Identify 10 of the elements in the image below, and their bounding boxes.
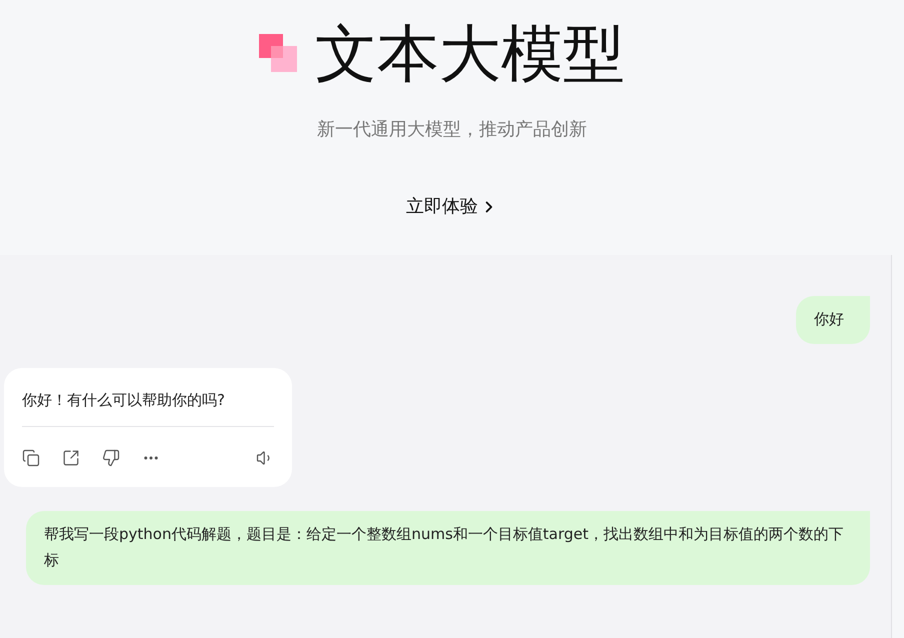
user-message-text: 帮我写一段python代码解题，题目是：给定一个整数组nums和一个目标值target，找出数组中和为目标值的两个数的下标 [44,524,844,571]
thumbs-down-icon[interactable] [102,449,120,467]
share-icon[interactable] [62,449,80,467]
assistant-message-text: 你好！有什么可以帮助你的吗? [22,390,226,411]
page-title: 文本大模型 [315,16,625,92]
subtitle: 新一代通用大模型，推动产品创新 [317,118,587,142]
user-message-text: 你好 [814,309,844,330]
logo-icon [259,34,297,74]
copy-icon[interactable] [22,449,40,467]
try-now-link[interactable]: 立即体验 [406,193,498,220]
